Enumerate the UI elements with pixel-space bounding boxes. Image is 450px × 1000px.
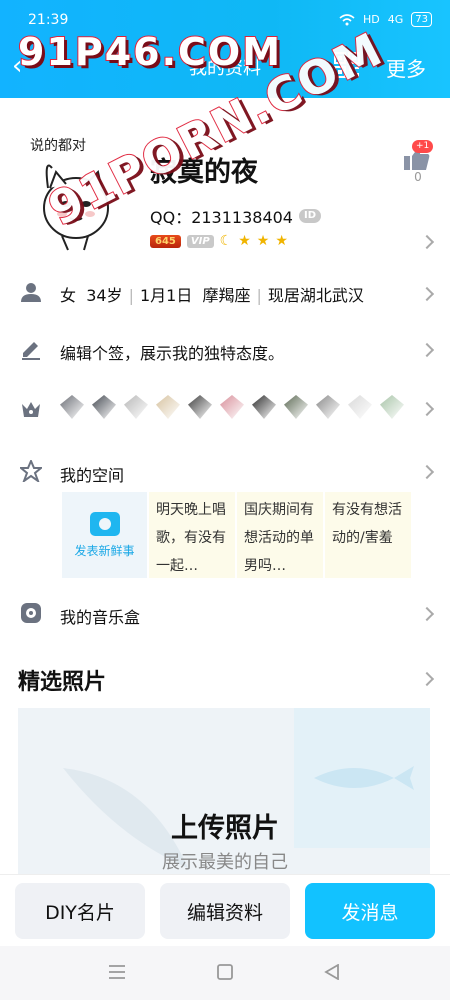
gender: 女 <box>60 286 77 305</box>
wifi-icon <box>339 13 355 25</box>
medal-10-icon <box>348 395 372 419</box>
medal-2-icon <box>92 395 116 419</box>
chevron-right-icon <box>419 342 435 358</box>
star-icon: ★ <box>256 233 270 249</box>
medal-3-icon <box>124 395 148 419</box>
feed-item[interactable]: 有没有想活动的/害羞 <box>325 492 411 578</box>
person-icon <box>21 283 41 302</box>
star-icon: ★ <box>238 233 251 249</box>
avatar[interactable]: 说的都对 <box>22 128 130 252</box>
zodiac: 摩羯座 <box>202 286 251 305</box>
crown-icon <box>22 402 40 417</box>
edit-profile-button[interactable]: 编辑资料 <box>160 883 290 939</box>
upload-title[interactable]: 上传照片 <box>0 806 450 845</box>
back-triangle-icon[interactable] <box>324 964 340 980</box>
system-nav-bar <box>0 946 450 1000</box>
id-badge[interactable]: ID <box>299 209 322 223</box>
fish-icon <box>314 766 414 790</box>
info-text: 女 34岁 | 1月1日 摩羯座 | 现居湖北武汉 <box>60 286 364 305</box>
status-bar: 21:39 HD 4G 73 <box>0 0 450 44</box>
level-badge: 645 <box>150 234 181 248</box>
star-icon: ★ <box>275 233 288 249</box>
likes-new-badge: +1 <box>412 140 434 153</box>
medal-4-icon <box>156 395 180 419</box>
age: 34岁 <box>86 286 123 305</box>
signal-icon: 4G <box>387 13 404 26</box>
page-title: 我的资料 <box>189 58 261 79</box>
medal-7-icon <box>252 395 276 419</box>
likes-count: 0 <box>414 170 422 184</box>
medal-8-icon <box>284 395 308 419</box>
moon-icon: ☾ <box>219 233 233 249</box>
space-row[interactable]: 我的空间 <box>0 456 450 488</box>
post-new-button[interactable]: 发表新鲜事 <box>62 492 147 578</box>
medal-9-icon <box>316 395 340 419</box>
signature-text: 编辑个签，展示我的独特态度。 <box>60 344 285 363</box>
upload-subtitle: 展示最美的自己 <box>162 852 288 873</box>
feed-item[interactable]: 明天晚上唱歌，有没有一起… <box>149 492 235 578</box>
header: 21:39 HD 4G 73 ‹ 我的资料 更多 <box>0 0 450 98</box>
music-row[interactable]: 我的音乐盒 <box>0 598 450 630</box>
photos-title: 精选照片 <box>18 670 107 695</box>
post-label: 发表新鲜事 <box>74 544 135 558</box>
camera-icon <box>89 512 120 536</box>
chevron-right-icon <box>419 606 435 622</box>
status-icons: HD 4G 73 <box>339 12 432 27</box>
qr-code-icon[interactable] <box>334 52 360 78</box>
diy-card-button[interactable]: DIY名片 <box>15 883 145 939</box>
info-row[interactable]: 女 34岁 | 1月1日 摩羯座 | 现居湖北武汉 <box>0 278 450 310</box>
space-label: 我的空间 <box>60 466 125 485</box>
qq-number: QQ：2131138404 ID <box>150 204 322 228</box>
network-label: HD <box>362 13 380 26</box>
music-label: 我的音乐盒 <box>60 608 141 627</box>
music-box-icon <box>21 603 41 623</box>
chevron-right-icon <box>419 286 435 302</box>
chevron-right-icon <box>419 464 435 480</box>
space-feed: 发表新鲜事 明天晚上唱歌，有没有一起… 国庆期间有想活动的单男吗… 有没有想活动… <box>62 492 411 578</box>
level-badges[interactable]: 645 VIP ☾ ★ ★ ★ <box>150 233 288 249</box>
like-button[interactable]: +1 0 <box>398 140 438 188</box>
vip-badge: VIP <box>186 234 214 248</box>
feed-item[interactable]: 国庆期间有想活动的单男吗… <box>237 492 323 578</box>
nickname: 寂寞的夜 <box>150 157 258 188</box>
more-button[interactable]: 更多 <box>386 53 426 82</box>
location: 现居湖北武汉 <box>267 286 364 305</box>
medal-5-icon <box>188 395 212 419</box>
menu-icon[interactable] <box>108 964 126 980</box>
space-star-icon <box>20 460 42 482</box>
battery-icon: 73 <box>411 12 432 27</box>
medal-wall[interactable] <box>60 395 404 419</box>
send-message-button[interactable]: 发消息 <box>305 883 435 939</box>
action-bar: DIY名片 编辑资料 发消息 <box>0 874 450 946</box>
qq-line: QQ：2131138404 <box>150 208 293 227</box>
status-time: 21:39 <box>28 12 69 28</box>
birthday: 1月1日 <box>139 286 193 305</box>
home-icon[interactable] <box>217 964 233 980</box>
avatar-caption: 说的都对 <box>30 138 86 154</box>
medal-11-icon <box>380 395 404 419</box>
pencil-icon <box>22 342 40 360</box>
medal-6-icon <box>220 395 244 419</box>
medal-1-icon <box>60 395 84 419</box>
cat-sticker-icon: 说的都对 <box>30 138 109 251</box>
signature-row[interactable]: 编辑个签，展示我的独特态度。 <box>0 334 450 366</box>
